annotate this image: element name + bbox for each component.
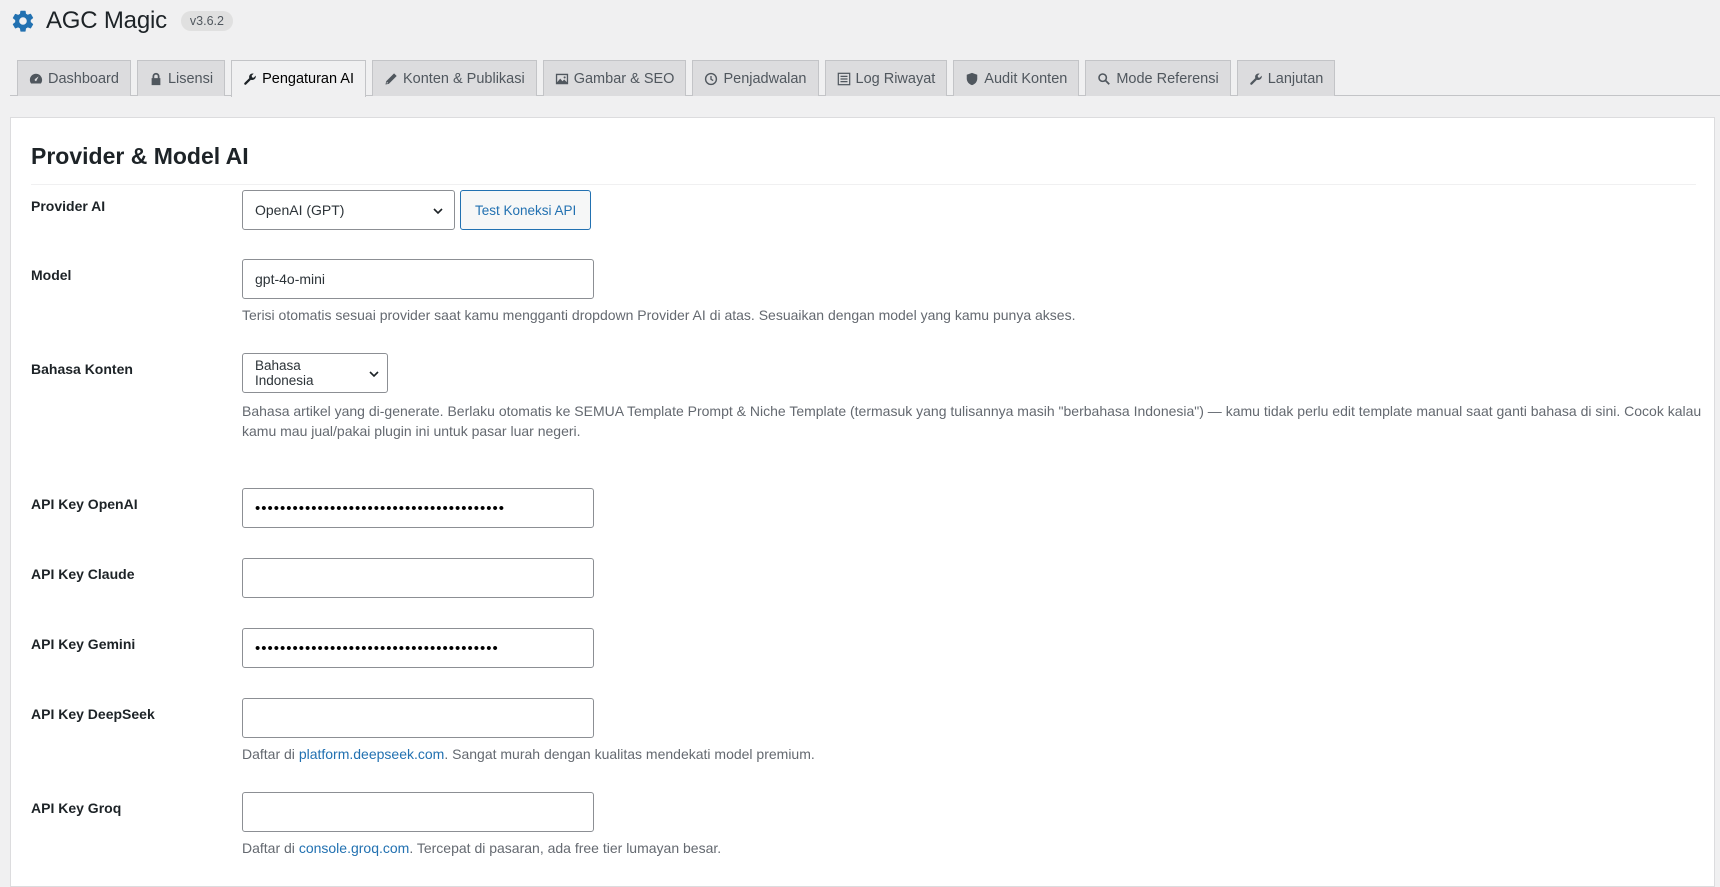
tab-label: Lisensi: [167, 70, 214, 87]
claude-key-label: API Key Claude: [31, 566, 135, 582]
image-icon: [555, 73, 568, 84]
tab-label: Gambar & SEO: [573, 70, 675, 87]
language-field-group: Bahasa Indonesia Bahasa artikel yang di-…: [242, 353, 1702, 441]
tab-label: Dashboard: [48, 70, 119, 87]
deepseek-key-input[interactable]: [242, 698, 594, 738]
tab-penjadwalan[interactable]: Penjadwalan: [692, 60, 819, 96]
tab-dashboard[interactable]: Dashboard: [17, 60, 131, 96]
deepseek-key-field-group: Daftar di platform.deepseek.com. Sangat …: [242, 698, 1142, 764]
gemini-key-field-group: •••••••••••••••••••••••••••••••••••••••: [242, 628, 594, 668]
groq-key-input[interactable]: [242, 792, 594, 832]
tab-label: Penjadwalan: [723, 70, 807, 87]
tab-pengaturan-ai[interactable]: Pengaturan AI: [231, 60, 366, 97]
groq-key-description: Daftar di console.groq.com. Tercepat di …: [242, 838, 1142, 858]
openai-key-label: API Key OpenAI: [31, 496, 138, 512]
search-icon: [1098, 72, 1111, 85]
model-field-group: gpt-4o-mini Terisi otomatis sesuai provi…: [242, 259, 1702, 325]
deepseek-key-description: Daftar di platform.deepseek.com. Sangat …: [242, 744, 1142, 764]
provider-field-group: OpenAI (GPT) Test Koneksi API: [242, 190, 742, 230]
section-title: Provider & Model AI: [31, 143, 1696, 185]
clock-icon: [705, 72, 718, 85]
wrench-icon: [244, 73, 256, 85]
groq-key-field-group: Daftar di console.groq.com. Tercepat di …: [242, 792, 1142, 858]
pencil-icon: [385, 72, 397, 85]
model-label: Model: [31, 267, 72, 283]
gemini-key-label: API Key Gemini: [31, 636, 136, 652]
groq-key-label: API Key Groq: [31, 800, 122, 816]
openai-key-field-group: ••••••••••••••••••••••••••••••••••••••••: [242, 488, 594, 528]
description-text: Daftar di: [242, 840, 299, 856]
tab-label: Mode Referensi: [1116, 70, 1219, 87]
chevron-down-icon: [369, 371, 379, 378]
version-badge: v3.6.2: [180, 11, 233, 31]
nav-tabs: Dashboard Lisensi Pengaturan AI Konten &…: [10, 60, 1720, 97]
provider-selected-value: OpenAI (GPT): [255, 202, 345, 218]
provider-label: Provider AI: [31, 198, 106, 214]
chevron-down-icon: [433, 208, 443, 215]
claude-key-field-group: [242, 558, 594, 598]
app-header: AGC Magic v3.6.2: [10, 6, 233, 36]
description-text: . Tercepat di pasaran, ada free tier lum…: [409, 840, 722, 856]
tab-label: Log Riwayat: [855, 70, 936, 87]
deepseek-signup-link[interactable]: platform.deepseek.com: [299, 746, 445, 762]
tab-lisensi[interactable]: Lisensi: [136, 60, 226, 96]
tab-log-riwayat[interactable]: Log Riwayat: [824, 60, 948, 96]
groq-signup-link[interactable]: console.groq.com: [299, 840, 410, 856]
shield-icon: [967, 72, 978, 85]
dashboard-icon: [29, 73, 43, 83]
language-description-line: kamu mau jual/pakai plugin ini untuk pas…: [242, 423, 581, 439]
model-input[interactable]: gpt-4o-mini: [242, 259, 594, 299]
deepseek-key-label: API Key DeepSeek: [31, 706, 155, 722]
tab-gambar-seo[interactable]: Gambar & SEO: [542, 60, 687, 96]
gear-icon: [12, 10, 34, 32]
test-connection-button[interactable]: Test Koneksi API: [460, 190, 592, 230]
app-title: AGC Magic: [46, 7, 167, 34]
model-description: Terisi otomatis sesuai provider saat kam…: [242, 307, 1076, 323]
tab-label: Audit Konten: [984, 70, 1068, 87]
language-selected-value: Bahasa Indonesia: [255, 358, 314, 388]
tab-audit-konten[interactable]: Audit Konten: [953, 60, 1080, 96]
list-icon: [837, 72, 850, 85]
tab-mode-referensi[interactable]: Mode Referensi: [1085, 60, 1231, 96]
claude-key-input[interactable]: [242, 558, 594, 598]
tab-label: Konten & Publikasi: [403, 70, 525, 87]
app-root: AGC Magic v3.6.2 Dashboard Lisensi Penga…: [0, 0, 1720, 887]
tab-konten-publikasi[interactable]: Konten & Publikasi: [372, 60, 537, 96]
openai-key-input[interactable]: ••••••••••••••••••••••••••••••••••••••••: [242, 488, 594, 528]
tab-label: Pengaturan AI: [262, 71, 354, 87]
language-select[interactable]: Bahasa Indonesia: [242, 353, 388, 393]
wrench-icon: [1249, 72, 1262, 85]
provider-select[interactable]: OpenAI (GPT): [242, 190, 455, 230]
lock-icon: [151, 72, 161, 85]
gemini-key-input[interactable]: •••••••••••••••••••••••••••••••••••••••: [242, 628, 594, 668]
language-description-line: Bahasa artikel yang di-generate. Berlaku…: [242, 403, 1702, 419]
language-label: Bahasa Konten: [31, 361, 133, 377]
language-description: Bahasa artikel yang di-generate. Berlaku…: [242, 401, 1702, 441]
settings-card: Provider & Model AI Provider AI OpenAI (…: [10, 117, 1715, 887]
description-text: Daftar di: [242, 746, 299, 762]
tab-label: Lanjutan: [1267, 70, 1324, 87]
tab-lanjutan[interactable]: Lanjutan: [1236, 60, 1336, 96]
description-text: . Sangat murah dengan kualitas mendekati…: [444, 746, 815, 762]
